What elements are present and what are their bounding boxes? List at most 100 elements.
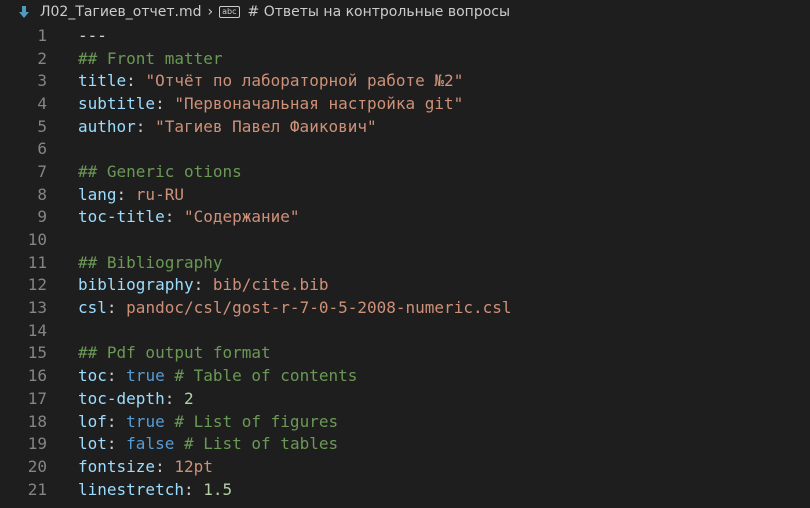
line-number: 18 bbox=[27, 411, 47, 431]
code-line[interactable]: 16 toc: true # Table of contents bbox=[0, 364, 810, 387]
code-text: ## Generic otions bbox=[78, 162, 242, 181]
code-text: ## Bibliography bbox=[78, 253, 223, 272]
code-token: true bbox=[126, 366, 165, 386]
code-token: : bbox=[155, 93, 175, 113]
chevron-right-icon: › bbox=[207, 4, 214, 20]
line-number: 2 bbox=[37, 48, 47, 68]
code-token: # List of figures bbox=[164, 411, 339, 431]
code-token: # Table of contents bbox=[164, 366, 358, 386]
line-number: 19 bbox=[27, 434, 47, 454]
line-number: 4 bbox=[37, 93, 47, 113]
code-line[interactable]: 19 lot: false # List of tables bbox=[0, 432, 810, 455]
code-token: "Отчёт по лабораторной работе №2" bbox=[145, 71, 464, 91]
code-token: 1.5 bbox=[203, 479, 233, 499]
code-token: csl bbox=[78, 298, 107, 318]
code-token: : bbox=[106, 411, 127, 431]
code-token: pandoc/csl/gost-r-7-0-5-2008-numeric.csl bbox=[126, 298, 512, 318]
code-token: lot bbox=[78, 434, 107, 454]
code-line[interactable]: 9 toc-title: "Содержание" bbox=[0, 206, 810, 229]
line-number: 13 bbox=[27, 298, 47, 318]
code-token: : bbox=[106, 298, 127, 318]
markdown-file-icon bbox=[18, 5, 30, 19]
line-number: 11 bbox=[27, 252, 47, 272]
code-token: ru-RU bbox=[135, 184, 184, 204]
code-token: fontsize bbox=[78, 456, 156, 476]
code-token: ## Pdf output format bbox=[78, 343, 271, 363]
code-line[interactable]: 2 ## Front matter bbox=[0, 47, 810, 70]
line-number: 12 bbox=[27, 275, 47, 295]
code-text: toc: true # Table of contents bbox=[78, 366, 357, 385]
code-line[interactable]: 15 ## Pdf output format bbox=[0, 342, 810, 365]
code-token: subtitle bbox=[78, 93, 156, 113]
code-text: title: "Отчёт по лабораторной работе №2" bbox=[78, 71, 463, 90]
code-text: toc-title: "Содержание" bbox=[78, 207, 300, 226]
code-text: toc-depth: 2 bbox=[78, 389, 194, 408]
code-text: lot: false # List of tables bbox=[78, 434, 338, 453]
code-text: author: "Тагиев Павел Фаикович" bbox=[78, 117, 377, 136]
code-token: 12pt bbox=[174, 456, 213, 476]
code-line[interactable]: 6 bbox=[0, 137, 810, 160]
code-token: ## Front matter bbox=[78, 48, 223, 68]
code-line[interactable]: 18 lof: true # List of figures bbox=[0, 410, 810, 433]
code-token: : bbox=[126, 71, 146, 91]
code-token: ## Bibliography bbox=[78, 252, 223, 272]
code-text: csl: pandoc/csl/gost-r-7-0-5-2008-numeri… bbox=[78, 298, 511, 317]
code-text: linestretch: 1.5 bbox=[78, 480, 232, 499]
code-text: lang: ru-RU bbox=[78, 185, 184, 204]
breadcrumb-file[interactable]: Л02_Тагиев_отчет.md bbox=[40, 4, 202, 20]
line-number: 20 bbox=[27, 456, 47, 476]
code-token: lang bbox=[78, 184, 117, 204]
code-token: lof bbox=[78, 411, 107, 431]
breadcrumb: Л02_Тагиев_отчет.md › abc # Ответы на ко… bbox=[0, 0, 810, 24]
code-line[interactable]: 4 subtitle: "Первоначальная настройка git… bbox=[0, 92, 810, 115]
code-line[interactable]: 5 author: "Тагиев Павел Фаикович" bbox=[0, 115, 810, 138]
breadcrumb-section[interactable]: # Ответы на контрольные вопросы bbox=[248, 4, 511, 20]
code-token: "Содержание" bbox=[183, 207, 300, 227]
code-token: ## Generic otions bbox=[78, 161, 242, 181]
code-line[interactable]: 12 bibliography: bib/cite.bib bbox=[0, 274, 810, 297]
code-text: --- bbox=[78, 26, 107, 45]
abc-symbol-icon: abc bbox=[219, 6, 240, 18]
code-token: toc bbox=[78, 366, 107, 386]
code-token: : bbox=[106, 366, 127, 386]
code-token: : bbox=[106, 434, 127, 454]
code-line[interactable]: 8 lang: ru-RU bbox=[0, 183, 810, 206]
code-line[interactable]: 11 ## Bibliography bbox=[0, 251, 810, 274]
code-line[interactable]: 20 fontsize: 12pt bbox=[0, 455, 810, 478]
code-token: author bbox=[78, 116, 136, 136]
code-token: : bbox=[164, 388, 184, 408]
code-token: : bbox=[193, 275, 213, 295]
code-line[interactable]: 14 bbox=[0, 319, 810, 342]
code-line[interactable]: 3 title: "Отчёт по лабораторной работе №2… bbox=[0, 69, 810, 92]
line-number: 5 bbox=[37, 116, 47, 136]
line-number: 14 bbox=[27, 320, 47, 340]
code-line[interactable]: 21 linestretch: 1.5 bbox=[0, 478, 810, 501]
line-number: 10 bbox=[27, 230, 47, 250]
code-token: # List of tables bbox=[174, 434, 339, 454]
code-text: ## Front matter bbox=[78, 49, 223, 68]
line-number: 16 bbox=[27, 366, 47, 386]
code-line[interactable]: 10 bbox=[0, 228, 810, 251]
code-line[interactable]: 17 toc-depth: 2 bbox=[0, 387, 810, 410]
code-token: : bbox=[183, 479, 204, 499]
line-number: 8 bbox=[37, 184, 47, 204]
line-number: 21 bbox=[27, 479, 47, 499]
code-text: lof: true # List of figures bbox=[78, 412, 338, 431]
code-line[interactable]: 1 --- bbox=[0, 24, 810, 47]
code-line[interactable]: 7 ## Generic otions bbox=[0, 160, 810, 183]
code-token: toc-depth bbox=[78, 388, 165, 408]
code-line[interactable]: 13 csl: pandoc/csl/gost-r-7-0-5-2008-nume… bbox=[0, 296, 810, 319]
code-token: : bbox=[116, 184, 136, 204]
code-token: "Первоначальная настройка git" bbox=[174, 93, 464, 113]
code-token: toc-title bbox=[78, 207, 165, 227]
line-number: 6 bbox=[37, 139, 47, 159]
code-token: linestretch bbox=[78, 479, 184, 499]
code-editor[interactable]: 1 --- 2 ## Front matter 3 title: "Отчёт по ла… bbox=[0, 24, 810, 500]
code-token: 2 bbox=[183, 388, 194, 408]
code-token: : bbox=[135, 116, 156, 136]
code-token: "Тагиев Павел Фаикович" bbox=[155, 116, 377, 136]
code-token: false bbox=[126, 434, 175, 454]
line-number: 3 bbox=[37, 71, 47, 91]
line-number: 1 bbox=[37, 25, 47, 45]
code-token: : bbox=[155, 456, 175, 476]
